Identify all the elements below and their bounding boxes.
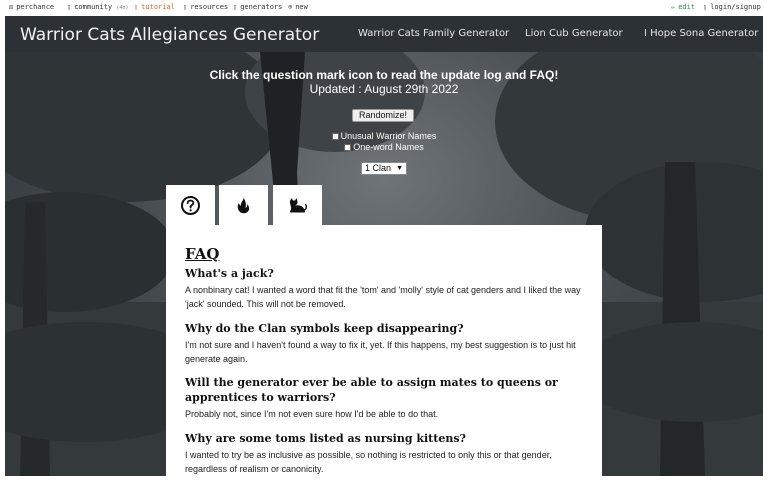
chevron-down-icon: ▼	[396, 165, 403, 172]
edit-link[interactable]: ✏ edit	[671, 3, 695, 11]
generator-frame: Warrior Cats Allegiances Generator Warri…	[5, 16, 763, 476]
question-circle-icon	[181, 196, 200, 215]
unusual-names-checkbox[interactable]	[331, 133, 339, 140]
perchance-topbar: ⚄ perchance ▯ community (4h) ▯ tutorial ▯ re…	[0, 0, 768, 16]
user-icon: ▯	[703, 3, 708, 11]
faq-answer: A nonbinary cat! I wanted a word that fi…	[185, 285, 581, 309]
community-count: (4h)	[116, 5, 129, 11]
plus-circle-icon: ⊕	[288, 3, 293, 11]
tab-clan-symbols[interactable]	[219, 185, 268, 225]
faq-item: Will the generator ever be able to assig…	[185, 375, 585, 421]
cat-icon	[289, 198, 308, 213]
faq-panel: FAQ What's a jack? A nonbinary cat! I wa…	[166, 225, 602, 476]
login-link[interactable]: ▯ login/signup	[703, 3, 761, 11]
faq-item: Why are some toms listed as nursing kitt…	[185, 431, 585, 476]
oneword-names-label: One-word Names	[353, 142, 424, 152]
faq-answer: I wanted to try be as inclusive as possi…	[185, 450, 552, 474]
faq-title: FAQ	[185, 245, 220, 263]
clan-count-value: 1 Clan	[365, 163, 392, 173]
faq-answer: I'm not sure and I haven't found a way t…	[185, 340, 576, 364]
resources-icon: ▯	[183, 3, 188, 11]
randomize-button[interactable]: Randomize!	[352, 109, 414, 122]
flame-icon	[237, 197, 250, 214]
dice-icon: ⚄	[9, 3, 14, 11]
unusual-names-label: Unusual Warrior Names	[340, 131, 437, 141]
site-title[interactable]: Warrior Cats Allegiances Generator	[20, 25, 319, 45]
nav-link-sona-generator[interactable]: I Hope Sona Generator	[644, 28, 758, 39]
faq-answer: Probably not, since I'm not even sure ho…	[185, 409, 439, 419]
resources-link[interactable]: ▯ resources	[183, 3, 228, 11]
faq-item: Why do the Clan symbols keep disappearin…	[185, 321, 585, 366]
generators-icon: ▯	[233, 3, 238, 11]
headline: Click the question mark icon to read the…	[209, 68, 559, 82]
generators-link[interactable]: ▯ generators	[233, 3, 282, 11]
faq-item: What's a jack? A nonbinary cat! I wanted…	[185, 266, 585, 311]
faq-question: Will the generator ever be able to assig…	[185, 376, 558, 404]
nav-link-family-generator[interactable]: Warrior Cats Family Generator	[358, 28, 509, 39]
tab-cats[interactable]	[273, 185, 322, 225]
faq-question: Why are some toms listed as nursing kitt…	[185, 432, 466, 445]
perchance-link[interactable]: ⚄ perchance	[9, 3, 54, 11]
unusual-names-option: Unusual Warrior Names	[5, 131, 763, 141]
oneword-names-option: One-word Names	[5, 142, 763, 152]
chat-icon: ▯	[67, 3, 72, 11]
book-icon: ▯	[134, 3, 139, 11]
updated-date: Updated : August 29th 2022	[309, 82, 459, 96]
nav-link-lion-cub-generator[interactable]: Lion Cub Generator	[525, 28, 623, 39]
tutorial-link[interactable]: ▯ tutorial	[134, 3, 175, 11]
faq-question: What's a jack?	[185, 267, 274, 280]
community-link[interactable]: ▯ community (4h)	[67, 3, 128, 11]
tab-faq[interactable]	[166, 185, 215, 226]
oneword-names-checkbox[interactable]	[344, 144, 352, 151]
faq-question: Why do the Clan symbols keep disappearin…	[185, 322, 464, 335]
clan-count-select[interactable]: 1 Clan ▼	[361, 162, 407, 175]
new-link[interactable]: ⊕ new	[288, 3, 308, 11]
pencil-icon: ✏	[671, 3, 676, 11]
navbar: Warrior Cats Allegiances Generator Warri…	[5, 16, 763, 52]
